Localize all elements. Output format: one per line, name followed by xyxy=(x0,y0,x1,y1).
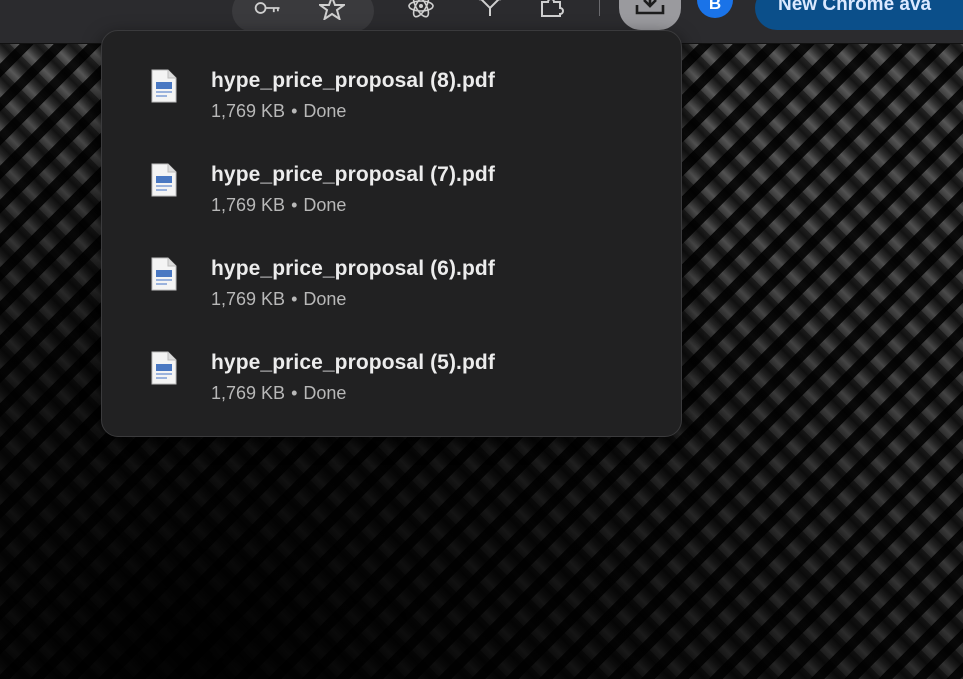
key-icon[interactable] xyxy=(254,0,282,20)
meta-separator: • xyxy=(291,101,298,121)
puzzle-icon[interactable] xyxy=(538,0,566,18)
profile-initial: B xyxy=(708,0,722,13)
download-file-size: 1,769 KB xyxy=(211,383,286,403)
download-file-meta: 1,769 KB • Done xyxy=(211,289,346,310)
star-icon[interactable] xyxy=(318,0,346,20)
downloads-panel: hype_price_proposal (8).pdf 1,769 KB • Don… xyxy=(101,30,682,437)
download-status: Done xyxy=(303,289,347,309)
chrome-update-chip[interactable]: New Chrome ava xyxy=(755,0,963,30)
download-status: Done xyxy=(303,383,347,403)
pdf-file-icon xyxy=(150,69,178,103)
meta-separator: • xyxy=(291,289,298,309)
download-item[interactable]: hype_price_proposal (7).pdf 1,769 KB • Don… xyxy=(102,155,681,249)
download-file-meta: 1,769 KB • Done xyxy=(211,383,346,404)
omnibox-end[interactable] xyxy=(232,0,374,32)
download-status: Done xyxy=(303,195,347,215)
download-file-name: hype_price_proposal (5).pdf xyxy=(211,351,495,374)
download-file-meta: 1,769 KB • Done xyxy=(211,101,346,122)
download-file-name: hype_price_proposal (6).pdf xyxy=(211,257,495,280)
pdf-file-icon xyxy=(150,163,178,197)
download-file-size: 1,769 KB xyxy=(211,195,286,215)
download-status: Done xyxy=(303,101,347,121)
toolbar-separator xyxy=(599,0,600,16)
download-item[interactable]: hype_price_proposal (5).pdf 1,769 KB • Don… xyxy=(102,343,681,437)
download-file-name: hype_price_proposal (8).pdf xyxy=(211,69,495,92)
downloads-button[interactable] xyxy=(619,0,681,30)
download-file-name: hype_price_proposal (7).pdf xyxy=(211,163,495,186)
meta-separator: • xyxy=(291,195,298,215)
pdf-file-icon xyxy=(150,257,178,291)
profile-avatar[interactable]: B xyxy=(697,0,733,18)
update-chip-label: New Chrome ava xyxy=(778,0,932,15)
download-file-meta: 1,769 KB • Done xyxy=(211,195,346,216)
puzzle-extension-icon[interactable] xyxy=(476,0,504,18)
meta-separator: • xyxy=(291,383,298,403)
react-icon[interactable] xyxy=(407,0,435,18)
download-file-size: 1,769 KB xyxy=(211,101,286,121)
download-file-size: 1,769 KB xyxy=(211,289,286,309)
download-item[interactable]: hype_price_proposal (8).pdf 1,769 KB • Don… xyxy=(102,61,681,155)
pdf-file-icon xyxy=(150,351,178,385)
download-icon xyxy=(635,0,665,20)
download-item[interactable]: hype_price_proposal (6).pdf 1,769 KB • Don… xyxy=(102,249,681,343)
